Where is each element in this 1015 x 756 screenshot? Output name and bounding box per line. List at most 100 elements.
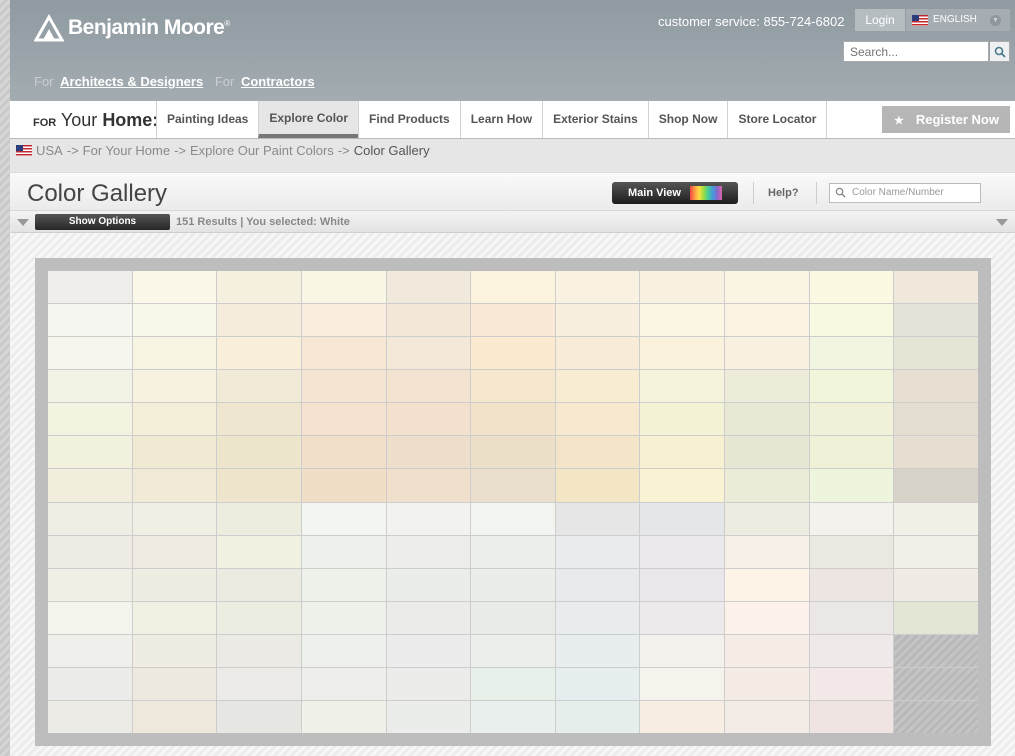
color-swatch[interactable] bbox=[132, 502, 217, 535]
color-swatch[interactable] bbox=[894, 403, 978, 436]
color-swatch[interactable] bbox=[48, 436, 132, 469]
color-swatch[interactable] bbox=[217, 568, 301, 601]
color-swatch[interactable] bbox=[555, 370, 640, 403]
color-swatch[interactable] bbox=[48, 667, 132, 700]
color-swatch[interactable] bbox=[471, 403, 555, 436]
color-swatch[interactable] bbox=[555, 304, 640, 337]
color-swatch[interactable] bbox=[471, 568, 555, 601]
color-swatch[interactable] bbox=[809, 667, 894, 700]
color-swatch[interactable] bbox=[640, 601, 725, 634]
color-swatch[interactable] bbox=[48, 370, 132, 403]
color-swatch[interactable] bbox=[640, 502, 725, 535]
color-swatch[interactable] bbox=[217, 469, 301, 502]
color-swatch[interactable] bbox=[301, 403, 386, 436]
color-swatch[interactable] bbox=[471, 337, 555, 370]
color-swatch[interactable] bbox=[640, 304, 725, 337]
color-swatch[interactable] bbox=[132, 601, 217, 634]
color-swatch[interactable] bbox=[132, 667, 217, 700]
color-swatch[interactable] bbox=[725, 634, 809, 667]
color-swatch[interactable] bbox=[301, 700, 386, 733]
color-swatch[interactable] bbox=[301, 568, 386, 601]
color-swatch[interactable] bbox=[725, 304, 809, 337]
tab-find-products[interactable]: Find Products bbox=[358, 101, 460, 138]
color-swatch[interactable] bbox=[555, 271, 640, 304]
color-swatch[interactable] bbox=[217, 601, 301, 634]
color-swatch[interactable] bbox=[48, 634, 132, 667]
color-swatch[interactable] bbox=[132, 403, 217, 436]
color-swatch[interactable] bbox=[301, 370, 386, 403]
color-swatch[interactable] bbox=[386, 271, 471, 304]
color-swatch[interactable] bbox=[640, 568, 725, 601]
color-swatch[interactable] bbox=[809, 700, 894, 733]
color-swatch[interactable] bbox=[386, 535, 471, 568]
color-swatch[interactable] bbox=[640, 700, 725, 733]
color-swatch[interactable] bbox=[809, 502, 894, 535]
color-swatch[interactable] bbox=[217, 535, 301, 568]
tab-exterior-stains[interactable]: Exterior Stains bbox=[542, 101, 648, 138]
color-swatch[interactable] bbox=[132, 535, 217, 568]
color-swatch[interactable] bbox=[132, 370, 217, 403]
color-swatch[interactable] bbox=[132, 634, 217, 667]
color-swatch[interactable] bbox=[386, 436, 471, 469]
color-swatch[interactable] bbox=[217, 370, 301, 403]
color-swatch[interactable] bbox=[132, 700, 217, 733]
search-button[interactable] bbox=[990, 41, 1010, 62]
logo[interactable]: Benjamin Moore® bbox=[34, 13, 230, 43]
color-swatch[interactable] bbox=[640, 469, 725, 502]
site-search-input[interactable] bbox=[843, 41, 989, 62]
color-search-input[interactable]: Color Name/Number bbox=[829, 183, 981, 203]
color-swatch[interactable] bbox=[301, 502, 386, 535]
color-swatch[interactable] bbox=[555, 436, 640, 469]
register-now-button[interactable]: ★ Register Now bbox=[882, 106, 1010, 133]
color-swatch[interactable] bbox=[471, 634, 555, 667]
color-swatch[interactable] bbox=[809, 271, 894, 304]
language-selector[interactable]: ENGLISH ▼ bbox=[906, 9, 1010, 31]
collapse-right-icon[interactable] bbox=[996, 219, 1008, 226]
breadcrumb-for-your-home[interactable]: For Your Home bbox=[83, 143, 170, 158]
color-swatch[interactable] bbox=[301, 271, 386, 304]
color-swatch[interactable] bbox=[301, 601, 386, 634]
architects-link[interactable]: Architects & Designers bbox=[60, 74, 203, 89]
color-swatch[interactable] bbox=[48, 601, 132, 634]
color-swatch[interactable] bbox=[471, 469, 555, 502]
color-swatch[interactable] bbox=[48, 337, 132, 370]
color-swatch[interactable] bbox=[809, 304, 894, 337]
color-swatch[interactable] bbox=[555, 700, 640, 733]
color-swatch[interactable] bbox=[894, 304, 978, 337]
color-swatch[interactable] bbox=[809, 535, 894, 568]
tab-store-locator[interactable]: Store Locator bbox=[727, 101, 828, 138]
color-swatch[interactable] bbox=[132, 568, 217, 601]
color-swatch[interactable] bbox=[725, 436, 809, 469]
color-swatch[interactable] bbox=[132, 271, 217, 304]
color-swatch[interactable] bbox=[471, 601, 555, 634]
color-swatch[interactable] bbox=[894, 337, 978, 370]
color-swatch[interactable] bbox=[386, 469, 471, 502]
color-swatch[interactable] bbox=[894, 469, 978, 502]
color-swatch[interactable] bbox=[48, 502, 132, 535]
contractors-link[interactable]: Contractors bbox=[241, 74, 315, 89]
color-swatch[interactable] bbox=[301, 535, 386, 568]
color-swatch[interactable] bbox=[48, 535, 132, 568]
color-swatch[interactable] bbox=[555, 667, 640, 700]
color-swatch[interactable] bbox=[640, 667, 725, 700]
color-swatch[interactable] bbox=[809, 634, 894, 667]
login-button[interactable]: Login bbox=[855, 9, 905, 31]
color-swatch[interactable] bbox=[48, 568, 132, 601]
color-swatch[interactable] bbox=[555, 601, 640, 634]
color-swatch[interactable] bbox=[640, 436, 725, 469]
color-swatch[interactable] bbox=[471, 304, 555, 337]
color-swatch[interactable] bbox=[217, 337, 301, 370]
color-swatch[interactable] bbox=[894, 370, 978, 403]
color-swatch[interactable] bbox=[894, 601, 978, 634]
color-swatch[interactable] bbox=[386, 667, 471, 700]
color-swatch[interactable] bbox=[471, 436, 555, 469]
breadcrumb-explore-paint-colors[interactable]: Explore Our Paint Colors bbox=[190, 143, 334, 158]
color-swatch[interactable] bbox=[132, 304, 217, 337]
color-swatch[interactable] bbox=[386, 370, 471, 403]
tab-explore-color[interactable]: Explore Color bbox=[258, 101, 359, 138]
color-swatch[interactable] bbox=[809, 601, 894, 634]
color-swatch[interactable] bbox=[725, 568, 809, 601]
color-swatch[interactable] bbox=[894, 436, 978, 469]
color-swatch[interactable] bbox=[217, 634, 301, 667]
color-swatch[interactable] bbox=[217, 700, 301, 733]
